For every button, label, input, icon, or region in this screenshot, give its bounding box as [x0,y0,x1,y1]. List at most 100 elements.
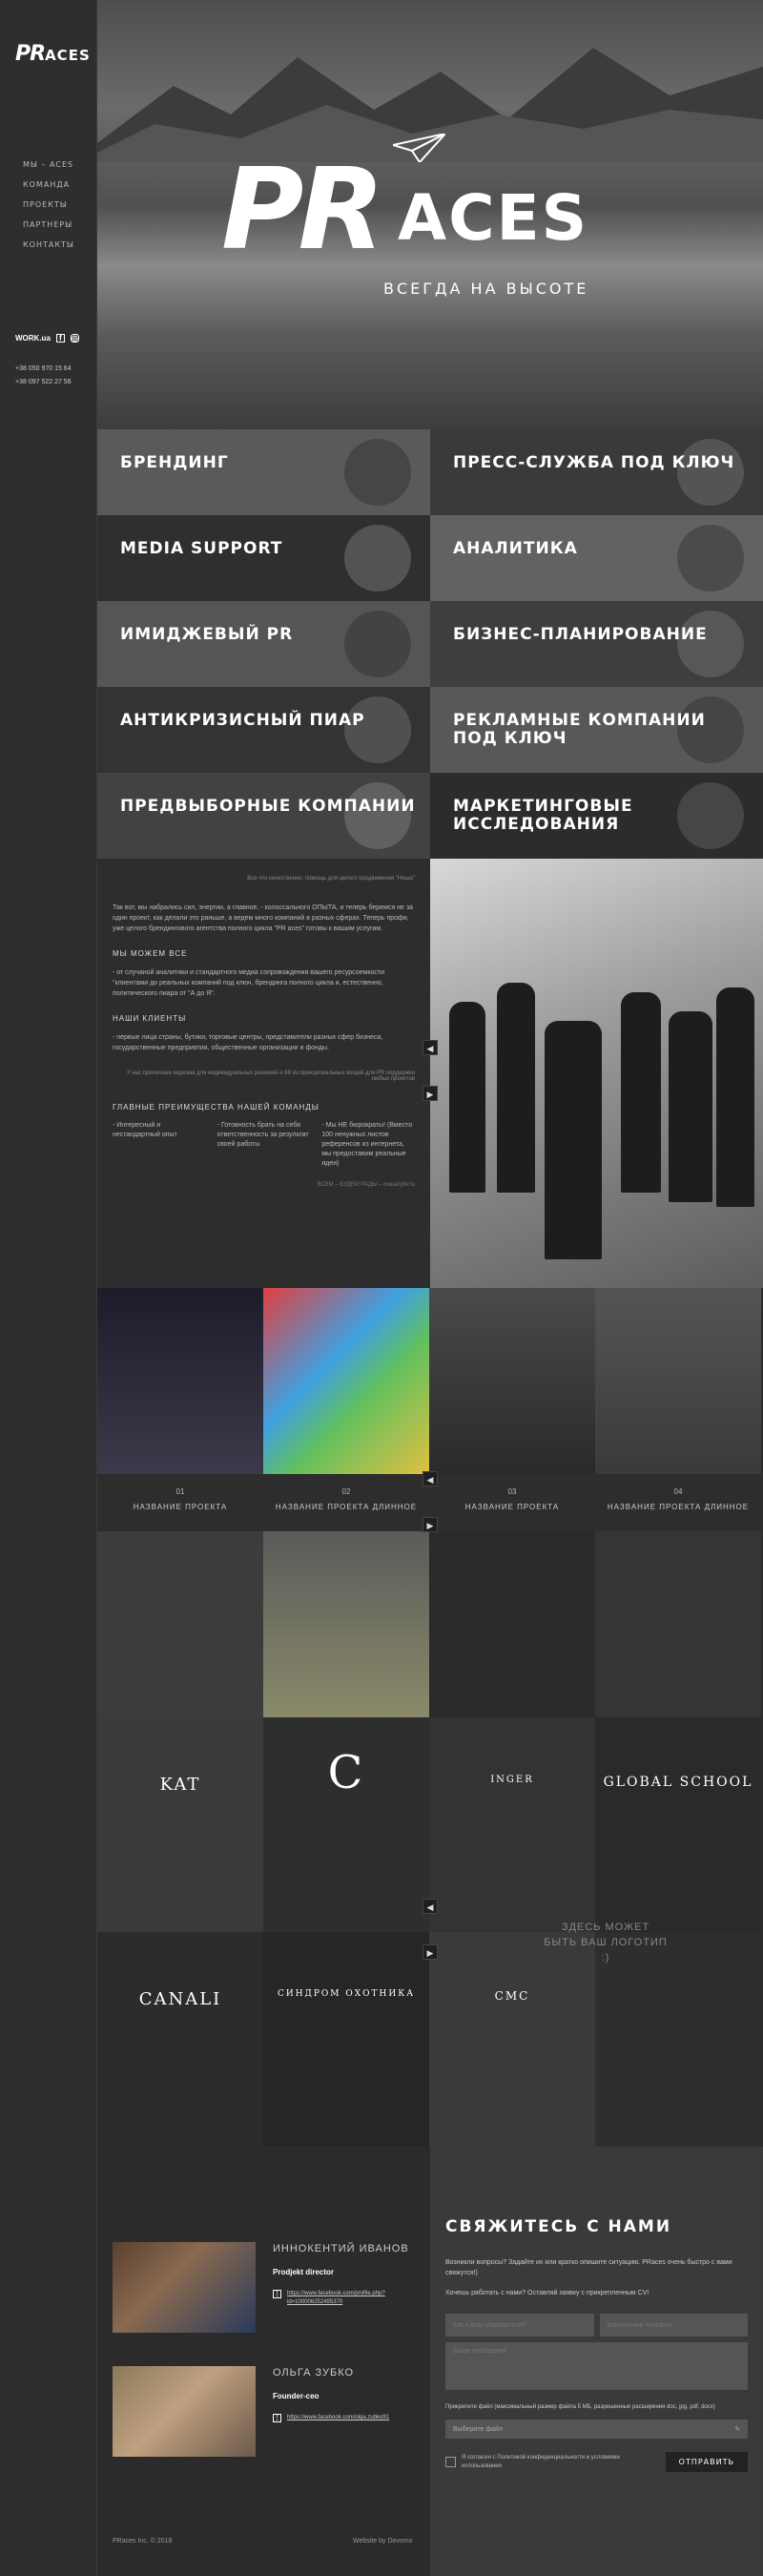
member-name: Ольга Зубко [273,2367,355,2379]
clients-text: - первые лица страны, бутики, торговые ц… [113,1034,383,1051]
next-arrow-icon[interactable]: ▶ [423,1086,438,1101]
phone-input[interactable] [599,2314,748,2337]
nav-item-projects[interactable]: Проекты [23,200,74,209]
project-number: 02 [341,1487,351,1496]
name-input[interactable] [445,2314,594,2337]
about-intro: Так вот, мы набрались сил, энергии, а гл… [113,904,413,932]
member-role: Founder-ceo [273,2392,320,2400]
about-tagline: Все что качественно, помощь для целого п… [247,876,415,882]
client-logo-1[interactable]: KAT [97,1717,263,1932]
logo[interactable]: PRACES [15,42,91,66]
project-image-1[interactable] [97,1288,263,1474]
sidebar: PRACES Мы – Aces Команда Проекты Партнер… [0,0,97,2576]
facebook-icon: f [273,2290,281,2298]
service-press[interactable]: Пресс-служба под ключ [430,429,763,515]
clients-title: Наши клиенты [113,1014,187,1023]
service-branding[interactable]: Брендинг [97,429,430,515]
project-image-8[interactable] [595,1531,761,1717]
project-number: 03 [507,1487,517,1496]
project-name[interactable]: Название проекта длинное [263,1503,429,1511]
service-analytics[interactable]: Аналитика [430,515,763,601]
client-logo-6[interactable]: СИНДРОМ ОХОТНИКА [263,1932,429,2147]
form-job-text: Хочешь работать с нами? Оставляй заявку … [445,2290,650,2296]
hero-title: PR ACES [221,143,589,275]
next-arrow-icon[interactable]: ▶ [423,1517,438,1532]
upload-note: Прикрепите файл (максимальный размер фай… [445,2404,715,2410]
file-input[interactable]: Выберите файл ✎ [445,2420,748,2439]
client-logo-4[interactable]: GLOBAL SCHOOL [595,1717,761,1932]
member-facebook-link[interactable]: f https://www.facebook.com/profile.php?id… [273,2290,425,2307]
project-image-6[interactable] [263,1531,429,1717]
service-media[interactable]: Media support [97,515,430,601]
about-note: ВСЕМ – БУДЕМ РАДЫ – пожалуйста [317,1182,415,1188]
advantage-item: - Мы НЕ бюрократы! (Вместо 100 ненужных … [321,1122,413,1167]
message-input[interactable] [445,2342,748,2390]
next-arrow-icon[interactable]: ▶ [423,1944,438,1960]
client-logo-3[interactable]: INGER [429,1717,595,1932]
about-section: Все что качественно, помощь для целого п… [97,859,430,1288]
project-image-4[interactable] [595,1288,761,1474]
form-title: Свяжитесь с нами [445,2217,672,2236]
agree-checkbox[interactable] [445,2457,456,2467]
advantages-title: Главные преимущества нашей команды [113,1103,320,1111]
social-links: WORK.ua f ◎ [15,334,79,343]
phone-1[interactable]: +38 050 970 15 64 [15,363,72,376]
phone-list: +38 050 970 15 64 +38 097 522 27 56 [15,363,72,389]
contact-form: Свяжитесь с нами Возникли вопросы? Задай… [430,2147,763,2576]
client-logo-5[interactable]: CANALI [97,1932,263,2147]
project-image-2[interactable] [263,1288,429,1474]
project-name[interactable]: Название проекта [429,1503,595,1511]
project-name[interactable]: Название проекта длинное [595,1503,761,1511]
service-election[interactable]: Предвыборные компании [97,773,430,859]
project-image-5[interactable] [97,1531,263,1717]
project-number: 04 [673,1487,683,1496]
can-text: - от случаной аналитики и стандартного м… [113,969,385,997]
nav-item-about[interactable]: Мы – Aces [23,160,74,169]
hero-section: PR ACES ВСЕГДА НА ВЫСОТЕ [97,0,763,429]
can-title: Мы можем все [113,949,188,958]
main-nav: Мы – Aces Команда Проекты Партнеры Конта… [23,160,74,260]
service-marketing-research[interactable]: Маркетинговые исследования [430,773,763,859]
paperclip-icon: ✎ [734,2426,740,2433]
team-photo [430,859,763,1288]
logo-placeholder-text: Здесь может быть ваш логотип :) [544,1922,668,1963]
project-image-3[interactable] [429,1288,595,1474]
facebook-icon[interactable]: f [55,334,65,343]
form-lead: Возникли вопросы? Задайте их или кратко … [445,2259,732,2276]
about-quote: У нас приличная харизма для индивидуальн… [126,1070,415,1082]
client-logo-2[interactable]: C [263,1717,429,1932]
project-image-7[interactable] [429,1531,595,1717]
facebook-icon: f [273,2414,281,2422]
member-role: Prodjekt director [273,2268,335,2276]
project-number: 01 [175,1487,185,1496]
instagram-icon[interactable]: ◎ [70,334,79,343]
team-member: Иннокентий Иванов Prodjekt director f htt… [113,2242,408,2333]
copyright: PRaces Inc. © 2018 [113,2538,173,2545]
service-business-planning[interactable]: Бизнес-планирование [430,601,763,687]
services-grid: Брендинг Пресс-служба под ключ Media sup… [97,429,763,859]
service-image-pr[interactable]: Имиджевый PR [97,601,430,687]
projects-section: 01 Название проекта 02 Название проекта … [97,1288,763,1717]
nav-item-contacts[interactable]: Контакты [23,240,74,249]
team-member: Ольга Зубко Founder-ceo f https://www.fac… [113,2366,389,2457]
nav-item-team[interactable]: Команда [23,180,74,189]
developer-credit[interactable]: Website by Devomo [353,2538,413,2545]
service-ad-campaigns[interactable]: Рекламные компании под ключ [430,687,763,773]
prev-arrow-icon[interactable]: ◀ [423,1899,438,1914]
clients-section: KAT C INGER GLOBAL SCHOOL CANALI СИНДРОМ… [97,1717,763,2147]
member-facebook-link[interactable]: f https://www.facebook.com/olga.zubko91 [273,2414,425,2422]
nav-item-partners[interactable]: Партнеры [23,220,74,229]
advantage-item: - Готовность брать на себя ответственнос… [217,1122,309,1148]
prev-arrow-icon[interactable]: ◀ [423,1471,438,1486]
work-ua-link[interactable]: WORK.ua [15,334,51,343]
project-name[interactable]: Название проекта [97,1503,263,1511]
team-contacts: Иннокентий Иванов Prodjekt director f htt… [97,2147,430,2576]
advantages-list: - Интересный и нестандартный опыт - Гото… [113,1121,415,1169]
prev-arrow-icon[interactable]: ◀ [423,1040,438,1055]
service-crisis-pr[interactable]: Антикризисный пиар [97,687,430,773]
phone-2[interactable]: +38 097 522 27 56 [15,376,72,389]
avatar [113,2242,256,2333]
send-button[interactable]: Отправить [665,2452,748,2472]
agree-text[interactable]: Я согласен с Политикой конфиденциальност… [462,2454,660,2471]
avatar [113,2366,256,2457]
